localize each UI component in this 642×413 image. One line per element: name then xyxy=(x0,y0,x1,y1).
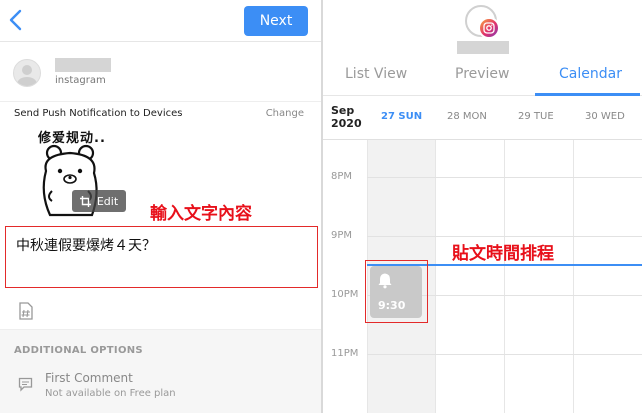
calendar-year: 2020 xyxy=(331,117,362,130)
hashtag-row xyxy=(0,292,322,330)
tab-calendar[interactable]: Calendar xyxy=(559,66,622,82)
hour-label: 8PM xyxy=(331,171,353,182)
account-network: instagram xyxy=(55,75,106,86)
grid-hour-line xyxy=(367,354,642,355)
day-column-header[interactable]: 27 SUN xyxy=(381,111,422,122)
hour-label: 11PM xyxy=(331,348,359,359)
profile-name-redacted xyxy=(457,41,509,54)
day-column-header[interactable]: 30 WED xyxy=(585,111,625,122)
tab-preview[interactable]: Preview xyxy=(455,66,510,82)
annotation-schedule: 貼文時間排程 xyxy=(452,244,554,264)
hashtag-icon[interactable] xyxy=(18,302,34,320)
event-highlight-box xyxy=(365,260,428,323)
calendar-month: Sep xyxy=(331,104,355,117)
grid-hour-line xyxy=(367,236,642,237)
account-row: instagram xyxy=(0,43,322,101)
first-comment-subtitle: Not available on Free plan xyxy=(45,388,176,399)
active-tab-indicator xyxy=(535,93,640,96)
next-button[interactable]: Next xyxy=(244,6,308,36)
instagram-icon xyxy=(478,17,500,39)
account-name-redacted xyxy=(55,58,111,72)
grid-column-line xyxy=(573,140,574,413)
top-bar: Next xyxy=(0,0,322,42)
push-notification-row: Send Push Notification to Devices Change xyxy=(0,101,322,127)
grid-hour-line xyxy=(367,177,642,178)
hour-label: 10PM xyxy=(331,289,359,300)
grid-column-line xyxy=(504,140,505,413)
change-link[interactable]: Change xyxy=(266,108,304,119)
additional-options-header: ADDITIONAL OPTIONS xyxy=(14,345,143,356)
grid-column-line xyxy=(435,140,436,413)
crop-icon xyxy=(79,195,91,207)
edit-label: Edit xyxy=(96,194,119,208)
avatar xyxy=(13,59,41,87)
edit-image-button[interactable]: Edit xyxy=(72,190,126,212)
post-editor-panel: Next instagram Send Push Notification to… xyxy=(0,0,322,413)
calendar-day-header: Sep 2020 27 SUN 28 MON 29 TUE 30 WED xyxy=(323,97,642,140)
caption-text: 中秋連假要爆烤４天？ xyxy=(16,238,156,254)
calendar-month-year: Sep 2020 xyxy=(331,104,362,130)
calendar-grid[interactable]: 8PM 9PM 10PM 11PM 9:30 xyxy=(323,140,642,413)
day-column-header[interactable]: 28 MON xyxy=(447,111,487,122)
annotation-enter-text: 輸入文字內容 xyxy=(150,204,252,224)
additional-options-section: ADDITIONAL OPTIONS First Comment Not ava… xyxy=(0,330,322,413)
caption-input[interactable]: 中秋連假要爆烤４天？ xyxy=(5,226,318,288)
day-column-header[interactable]: 29 TUE xyxy=(518,111,554,122)
comment-icon xyxy=(18,377,33,392)
back-chevron-icon[interactable] xyxy=(8,9,24,31)
tab-list-view[interactable]: List View xyxy=(345,66,407,82)
view-tabs: List View Preview Calendar xyxy=(323,58,642,96)
push-notification-label: Send Push Notification to Devices xyxy=(14,108,183,119)
calendar-panel: List View Preview Calendar Sep 2020 27 S… xyxy=(323,0,642,413)
hour-label: 9PM xyxy=(331,230,353,241)
first-comment-title[interactable]: First Comment xyxy=(45,371,133,385)
